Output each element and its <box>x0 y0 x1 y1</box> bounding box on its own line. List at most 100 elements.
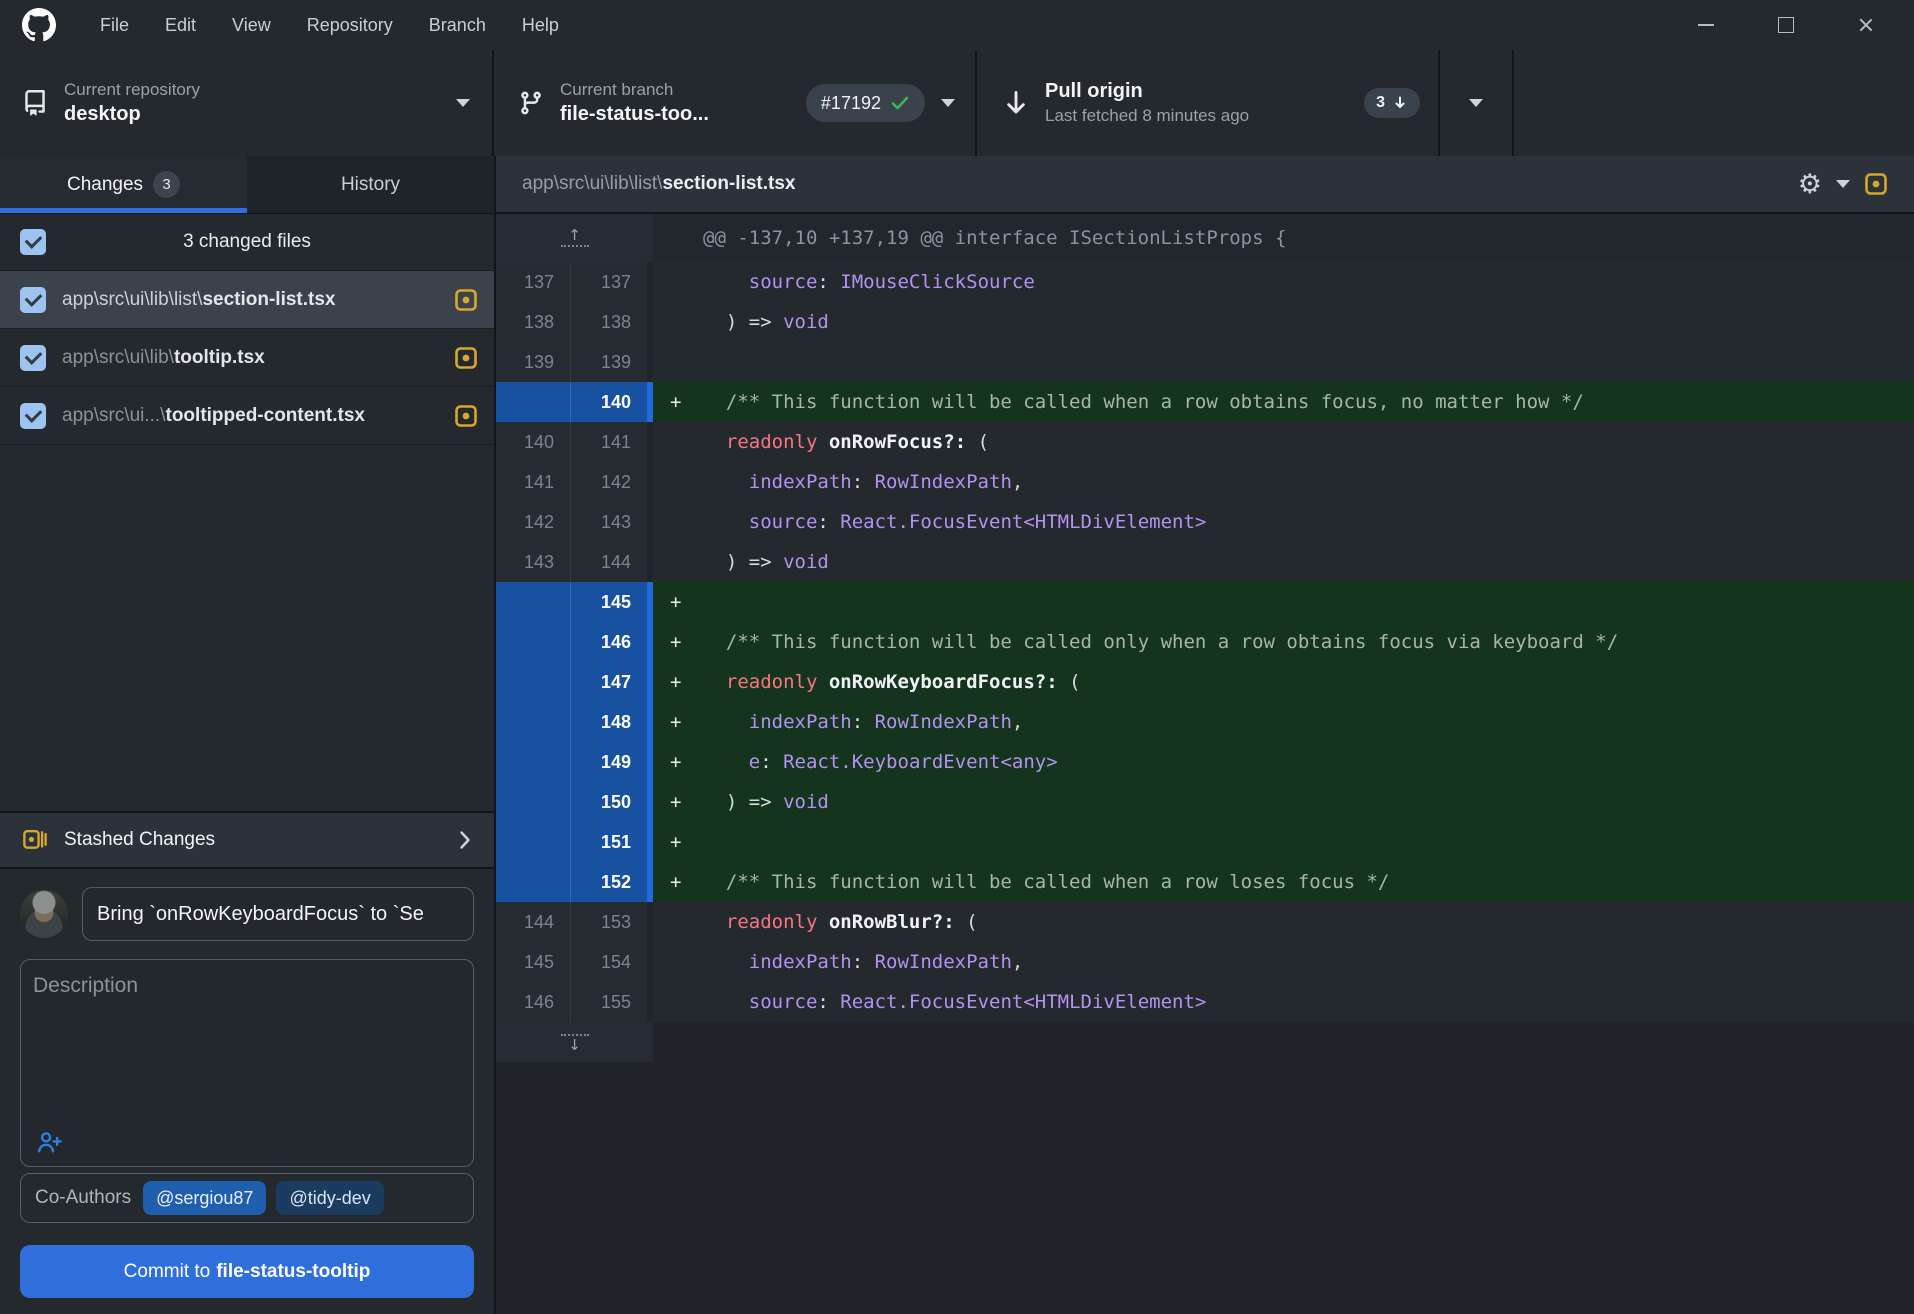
arrow-down-icon <box>1003 90 1029 116</box>
menu-edit[interactable]: Edit <box>147 0 214 50</box>
tab-changes[interactable]: Changes 3 <box>0 156 247 213</box>
code-token: : <box>817 271 840 293</box>
coauthor-pill-sergiou87[interactable]: @sergiou87 <box>143 1181 266 1215</box>
diff-line-144[interactable]: 143144 ) => void <box>496 542 1914 582</box>
old-line-number <box>496 622 571 662</box>
code-token <box>817 431 828 453</box>
commit-summary-input[interactable] <box>82 887 474 941</box>
code-token: /** This function will be called when a … <box>726 391 1584 413</box>
code-token: source <box>749 271 818 293</box>
current-branch-button[interactable]: Current branch file-status-too... #17192 <box>494 50 977 156</box>
file-path-prefix: app\src\ui...\ <box>62 405 166 426</box>
chevron-down-icon <box>1469 99 1483 107</box>
chevron-down-icon <box>456 99 470 107</box>
repo-icon <box>22 90 48 116</box>
new-line-number: 150 <box>571 782 647 822</box>
diff-line-147[interactable]: 147+ readonly onRowKeyboardFocus?: ( <box>496 662 1914 702</box>
old-line-number: 141 <box>496 462 571 502</box>
code-token: IMouseClickSource <box>840 271 1034 293</box>
pull-origin-button[interactable]: Pull origin Last fetched 8 minutes ago 3 <box>977 50 1440 156</box>
new-line-number: 141 <box>571 422 647 462</box>
close-button[interactable] <box>1854 13 1878 37</box>
code-token <box>703 991 749 1013</box>
file-checkbox[interactable] <box>20 287 46 313</box>
diff-line-137[interactable]: 137137 source: IMouseClickSource <box>496 262 1914 302</box>
modified-status-icon <box>454 288 478 312</box>
diff-file-path: app\src\ui\lib\list\ <box>522 173 662 194</box>
files-header-label: 3 changed files <box>183 231 311 253</box>
sidebar-spacer <box>0 445 494 811</box>
file-name: tooltip.tsx <box>174 347 265 368</box>
tab-history[interactable]: History <box>247 156 494 213</box>
pull-dropdown-button[interactable] <box>1440 50 1514 156</box>
diff-line-139[interactable]: 139139 <box>496 342 1914 382</box>
code-token: : <box>817 511 840 533</box>
diff-line-146[interactable]: 146+ /** This function will be called on… <box>496 622 1914 662</box>
file-row-section-list.tsx[interactable]: app\src\ui\lib\list\section-list.tsx <box>0 271 494 329</box>
diff-line-140[interactable]: 140+ /** This function will be called wh… <box>496 382 1914 422</box>
file-row-tooltip.tsx[interactable]: app\src\ui\lib\tooltip.tsx <box>0 329 494 387</box>
diff-marker: + <box>653 591 703 613</box>
current-repository-button[interactable]: Current repository desktop <box>0 50 494 156</box>
diff-line-155[interactable]: 146155 source: React.FocusEvent<HTMLDivE… <box>496 982 1914 1022</box>
diff-line-153[interactable]: 144153 readonly onRowBlur?: ( <box>496 902 1914 942</box>
coauthor-pill-tidy-dev[interactable]: @tidy-dev <box>276 1181 383 1215</box>
menu-help[interactable]: Help <box>504 0 577 50</box>
code-token: RowIndexPath <box>875 951 1012 973</box>
diff-line-143[interactable]: 142143 source: React.FocusEvent<HTMLDivE… <box>496 502 1914 542</box>
menu-bar: FileEditViewRepositoryBranchHelp <box>82 0 577 50</box>
expand-hunk-down-button[interactable]: ↓ <box>496 1022 653 1062</box>
code-token: indexPath <box>749 711 852 733</box>
file-row-tooltipped-content.tsx[interactable]: app\src\ui...\tooltipped-content.tsx <box>0 387 494 445</box>
maximize-button[interactable] <box>1774 13 1798 37</box>
commit-description-box <box>20 959 474 1167</box>
diff-line-142[interactable]: 141142 indexPath: RowIndexPath, <box>496 462 1914 502</box>
diff-line-152[interactable]: 152+ /** This function will be called wh… <box>496 862 1914 902</box>
file-checkbox[interactable] <box>20 403 46 429</box>
menu-file[interactable]: File <box>82 0 147 50</box>
diff-code <box>653 342 1914 382</box>
diff-line-141[interactable]: 140141 readonly onRowFocus?: ( <box>496 422 1914 462</box>
diff-marker: + <box>653 711 703 733</box>
old-line-number: 146 <box>496 982 571 1022</box>
diff-line-150[interactable]: 150+ ) => void <box>496 782 1914 822</box>
current-branch-value: file-status-too... <box>560 103 709 126</box>
gear-icon[interactable]: ⚙ <box>1798 171 1822 198</box>
diff-line-138[interactable]: 138138 ) => void <box>496 302 1914 342</box>
stashed-changes-row[interactable]: Stashed Changes <box>0 811 494 869</box>
add-coauthor-button[interactable] <box>35 1128 63 1156</box>
commit-description-input[interactable] <box>21 960 473 1122</box>
old-line-number: 139 <box>496 342 571 382</box>
menu-repository[interactable]: Repository <box>289 0 411 50</box>
code-token: source <box>749 511 818 533</box>
menu-branch[interactable]: Branch <box>411 0 504 50</box>
chevron-down-icon[interactable] <box>1836 180 1850 188</box>
new-line-number: 155 <box>571 982 647 1022</box>
files-header[interactable]: 3 changed files <box>0 214 494 271</box>
expand-hunk-up-button[interactable]: ↑ <box>496 214 653 262</box>
select-all-checkbox[interactable] <box>20 229 46 255</box>
code-token: React.KeyboardEvent<any> <box>783 751 1058 773</box>
pr-status-badge[interactable]: #17192 <box>806 84 925 122</box>
diff-line-154[interactable]: 145154 indexPath: RowIndexPath, <box>496 942 1914 982</box>
diff-line-148[interactable]: 148+ indexPath: RowIndexPath, <box>496 702 1914 742</box>
code-token <box>817 671 828 693</box>
diff-line-145[interactable]: 145+ <box>496 582 1914 622</box>
minimize-button[interactable] <box>1694 13 1718 37</box>
diff-file-header: app\src\ui\lib\list\section-list.tsx ⚙ <box>496 156 1914 214</box>
file-checkbox[interactable] <box>20 345 46 371</box>
code-token: : <box>760 751 783 773</box>
code-token: void <box>783 551 829 573</box>
old-line-number: 138 <box>496 302 571 342</box>
github-desktop-window: FileEditViewRepositoryBranchHelp Current… <box>0 0 1914 1314</box>
code-token <box>703 751 749 773</box>
commit-button[interactable]: Commit to file-status-tooltip <box>20 1245 474 1298</box>
diff-code: + /** This function will be called when … <box>653 862 1914 902</box>
menu-view[interactable]: View <box>214 0 289 50</box>
diff-line-149[interactable]: 149+ e: React.KeyboardEvent<any> <box>496 742 1914 782</box>
code-token: ) => <box>703 791 783 813</box>
avatar <box>20 890 68 938</box>
chevron-right-icon <box>458 830 472 850</box>
diff-code: indexPath: RowIndexPath, <box>653 462 1914 502</box>
diff-line-151[interactable]: 151+ <box>496 822 1914 862</box>
